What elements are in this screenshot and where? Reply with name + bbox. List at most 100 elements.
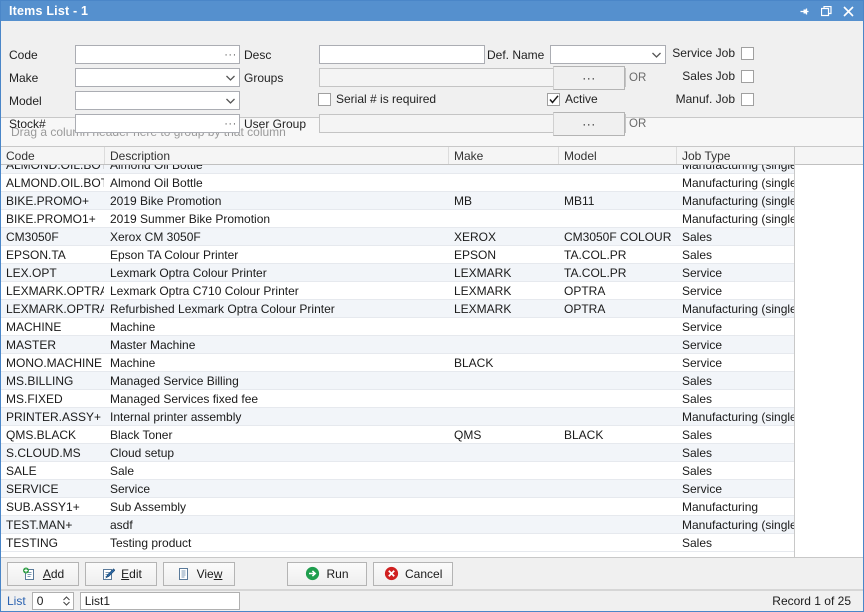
cell-code: MACHINE — [1, 318, 105, 335]
cell-job-type: Sales — [677, 372, 796, 389]
checkbox-box[interactable] — [547, 93, 560, 106]
def-name-select[interactable] — [550, 45, 666, 64]
model-select[interactable] — [75, 91, 240, 110]
column-header-code[interactable]: Code — [1, 147, 105, 164]
close-icon[interactable] — [837, 2, 859, 20]
column-header-make[interactable]: Make — [449, 147, 559, 164]
table-row[interactable]: PRINTER.ASSY+Internal printer assemblyMa… — [1, 408, 796, 426]
add-button[interactable]: Add — [7, 562, 79, 586]
desc-input[interactable] — [319, 45, 485, 64]
code-input[interactable]: ··· — [75, 45, 240, 64]
code-field-row: Code ··· — [9, 45, 240, 64]
cell-make — [449, 336, 559, 353]
active-checkbox[interactable]: Active — [547, 92, 598, 106]
cell-description: Sub Assembly — [105, 498, 449, 515]
table-row[interactable]: BIKE.PROMO1+2019 Summer Bike PromotionMa… — [1, 210, 796, 228]
cell-model — [559, 354, 677, 371]
cell-code: EPSON.TA — [1, 246, 105, 263]
cancel-button-label: Cancel — [405, 567, 442, 581]
cell-description: Black Toner — [105, 426, 449, 443]
cancel-button[interactable]: Cancel — [373, 562, 453, 586]
cell-code: BIKE.PROMO1+ — [1, 210, 105, 227]
chevron-down-icon[interactable] — [222, 92, 239, 109]
sales-job-label: Sales Job — [682, 69, 735, 83]
edit-button[interactable]: Edit — [85, 562, 157, 586]
table-row[interactable]: MASTERMaster MachineService — [1, 336, 796, 354]
manuf-job-checkbox[interactable] — [741, 93, 754, 106]
column-header-description[interactable]: Description — [105, 147, 449, 164]
serial-required-checkbox[interactable]: Serial # is required — [318, 92, 436, 106]
table-row[interactable]: MACHINEMachineService — [1, 318, 796, 336]
sales-job-checkbox[interactable] — [741, 70, 754, 83]
list-name-input[interactable]: List1 — [80, 592, 240, 610]
stock-ellipsis-icon[interactable]: ··· — [222, 115, 239, 132]
table-row[interactable]: MS.BILLINGManaged Service BillingSales — [1, 372, 796, 390]
table-row[interactable]: EPSON.TAEpson TA Colour PrinterEPSONTA.C… — [1, 246, 796, 264]
cell-model — [559, 336, 677, 353]
stepper-arrows-icon[interactable] — [62, 593, 71, 609]
service-job-checkbox[interactable] — [741, 47, 754, 60]
cell-job-type: Sales — [677, 390, 796, 407]
table-row[interactable]: MS.FIXEDManaged Services fixed feeSales — [1, 390, 796, 408]
user-group-ellipsis-icon[interactable]: ··· — [553, 112, 625, 136]
make-field-row: Make — [9, 68, 240, 87]
groups-field-row: Groups ··· OR — [244, 68, 646, 87]
cell-make: LEXMARK — [449, 264, 559, 281]
restore-icon[interactable] — [815, 2, 837, 20]
view-button[interactable]: View — [163, 562, 235, 586]
table-row[interactable]: SALESaleSales — [1, 462, 796, 480]
list-number-stepper[interactable]: 0 — [32, 592, 74, 610]
make-select[interactable] — [75, 68, 240, 87]
cell-job-type: Service — [677, 264, 796, 281]
service-job-label: Service Job — [672, 46, 735, 60]
manuf-job-row: Manuf. Job — [664, 92, 754, 106]
table-row[interactable]: ALMOND.OIL.BOTTAlmond Oil BottleManufact… — [1, 165, 796, 174]
cell-code: TESTING — [1, 534, 105, 551]
run-button[interactable]: Run — [287, 562, 367, 586]
cell-make — [449, 174, 559, 191]
user-group-input[interactable]: ··· — [319, 114, 626, 133]
code-ellipsis-icon[interactable]: ··· — [222, 46, 239, 63]
cell-description: asdf — [105, 516, 449, 533]
table-row[interactable]: BIKE.PROMO+2019 Bike PromotionMBMB11Manu… — [1, 192, 796, 210]
table-row[interactable]: CM3050FXerox CM 3050FXEROXCM3050F COLOUR… — [1, 228, 796, 246]
cell-description: Almond Oil Bottle — [105, 165, 449, 173]
cell-job-type: Sales — [677, 426, 796, 443]
table-row[interactable]: SERVICEServiceService — [1, 480, 796, 498]
checkbox-box[interactable] — [318, 93, 331, 106]
table-row[interactable]: MONO.MACHINEMachineBLACKService — [1, 354, 796, 372]
cell-model: TA.COL.PR — [559, 264, 677, 281]
table-row[interactable]: TESTINGTesting productSales — [1, 534, 796, 552]
table-row[interactable]: LEXMARK.OPTRA.CLexmark Optra C710 Colour… — [1, 282, 796, 300]
groups-or-label: OR — [629, 72, 646, 84]
stock-input[interactable]: ··· — [75, 114, 240, 133]
model-label: Model — [9, 94, 75, 108]
cell-job-type: Manufacturing — [677, 498, 796, 515]
table-row[interactable]: QMS.BLACKBlack TonerQMSBLACKSales — [1, 426, 796, 444]
add-button-label: Add — [43, 567, 64, 581]
stock-label: Stock# — [9, 117, 75, 131]
title-bar: Items List - 1 — [1, 1, 863, 21]
cell-model: OPTRA — [559, 282, 677, 299]
chevron-down-icon[interactable] — [648, 46, 665, 63]
cell-job-type: Sales — [677, 444, 796, 461]
table-row[interactable]: S.CLOUD.MSCloud setupSales — [1, 444, 796, 462]
groups-input[interactable]: ··· — [319, 68, 626, 87]
table-row[interactable]: TEST.MAN+asdfManufacturing (single — [1, 516, 796, 534]
cell-make — [449, 516, 559, 533]
pin-icon[interactable] — [793, 2, 815, 20]
run-arrow-icon — [305, 566, 320, 581]
table-row[interactable]: LEXMARK.OPTRA.RRefurbished Lexmark Optra… — [1, 300, 796, 318]
column-header-job-type[interactable]: Job Type — [677, 147, 796, 164]
table-row[interactable]: SUB.ASSY1+Sub AssemblyManufacturing — [1, 498, 796, 516]
groups-ellipsis-icon[interactable]: ··· — [553, 66, 625, 90]
chevron-down-icon[interactable] — [222, 69, 239, 86]
active-label: Active — [565, 92, 598, 106]
edit-button-label: Edit — [121, 567, 142, 581]
table-row[interactable]: LEX.OPTLexmark Optra Colour PrinterLEXMA… — [1, 264, 796, 282]
grid-empty-area — [794, 147, 863, 557]
manuf-job-label: Manuf. Job — [676, 92, 735, 106]
cell-make: BLACK — [449, 354, 559, 371]
table-row[interactable]: ALMOND.OIL.BOTTAlmond Oil BottleManufact… — [1, 174, 796, 192]
column-header-model[interactable]: Model — [559, 147, 677, 164]
